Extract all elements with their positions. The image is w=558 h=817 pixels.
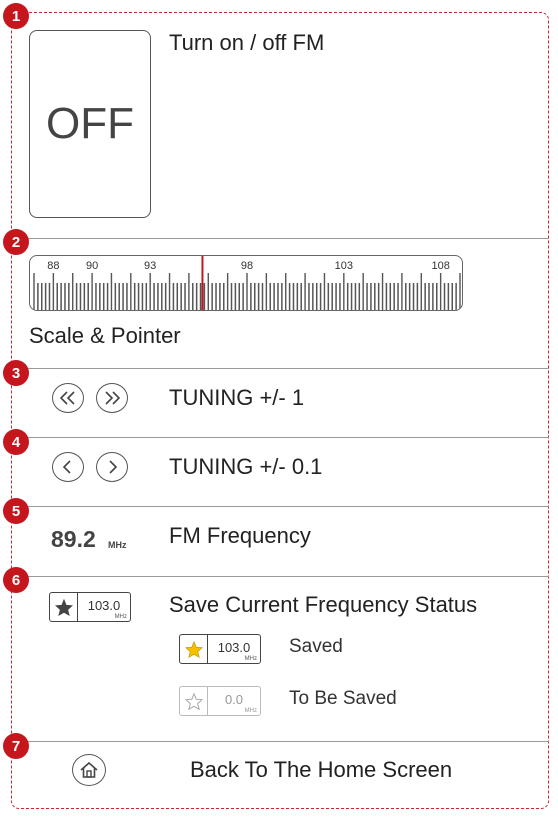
scale-tick-label: 103 [335,260,353,272]
section-divider [16,238,549,239]
callout-badge-4: 4 [3,429,29,455]
star-icon-cell [50,593,78,621]
tune-down-1-button[interactable] [52,383,84,413]
saved-chip-unit: MHz [244,656,257,662]
tune-down-0.1-button[interactable] [52,452,84,482]
callout-badge-7: 7 [3,733,29,759]
section-label-tuning-1: TUNING +/- 1 [169,385,305,410]
scale-tick-label: 88 [47,260,59,272]
section-divider [16,741,549,742]
frequency-scale[interactable]: 88 90 93 98 103 108 [29,255,463,311]
scale-tick-label: 98 [241,260,253,272]
star-icon [54,598,73,616]
saved-chip-value: 103.0 [217,640,251,655]
scale-tick-label: 90 [86,260,98,272]
section-label-save: Save Current Frequency Status [169,592,478,617]
to-be-saved-state-chip: 0.0 MHz [179,686,261,716]
tune-up-1-button[interactable] [96,383,128,413]
filled-star-icon [184,640,203,658]
empty-star-icon [184,692,203,710]
tune-up-0.1-button[interactable] [96,452,128,482]
home-button[interactable] [72,754,106,786]
callout-badge-5: 5 [3,498,29,524]
callout-badge-3: 3 [3,360,29,386]
section-divider [16,368,549,369]
fm-power-button[interactable]: OFF [29,30,151,218]
star-icon-cell [180,635,208,663]
saved-label: Saved [289,636,343,657]
section-divider [16,506,549,507]
save-chip-unit: MHz [114,614,127,620]
home-icon [80,761,98,778]
frequency-value: 89.2 [51,526,96,552]
scale-tick-label: 93 [144,260,156,272]
section-label-home: Back To The Home Screen [190,757,453,782]
section-label-frequency: FM Frequency [169,523,311,548]
save-chip-value: 103.0 [87,598,121,613]
callout-badge-2: 2 [3,229,29,255]
section-divider [16,576,549,577]
double-chevron-right-icon [105,391,121,405]
chevron-right-icon [109,460,118,474]
section-label-power: Turn on / off FM [169,30,325,55]
power-state-text: OFF [46,99,134,148]
to-be-saved-chip-unit: MHz [244,708,257,714]
star-icon-cell [180,687,208,715]
section-divider [16,437,549,438]
to-be-saved-chip-value: 0.0 [224,692,244,707]
section-label-scale: Scale & Pointer [29,323,181,348]
frequency-unit: MHz [108,540,127,550]
to-be-saved-label: To Be Saved [289,688,397,709]
callout-badge-6: 6 [3,567,29,593]
save-frequency-button[interactable]: 103.0 MHz [49,592,131,622]
scale-graphic: 88 90 93 98 103 108 [33,256,461,310]
scale-tick-label: 108 [431,260,449,272]
callout-badge-1: 1 [3,3,29,29]
saved-state-chip: 103.0 MHz [179,634,261,664]
double-chevron-left-icon [59,391,75,405]
section-label-tuning-01: TUNING +/- 0.1 [169,454,323,479]
chevron-left-icon [62,460,71,474]
